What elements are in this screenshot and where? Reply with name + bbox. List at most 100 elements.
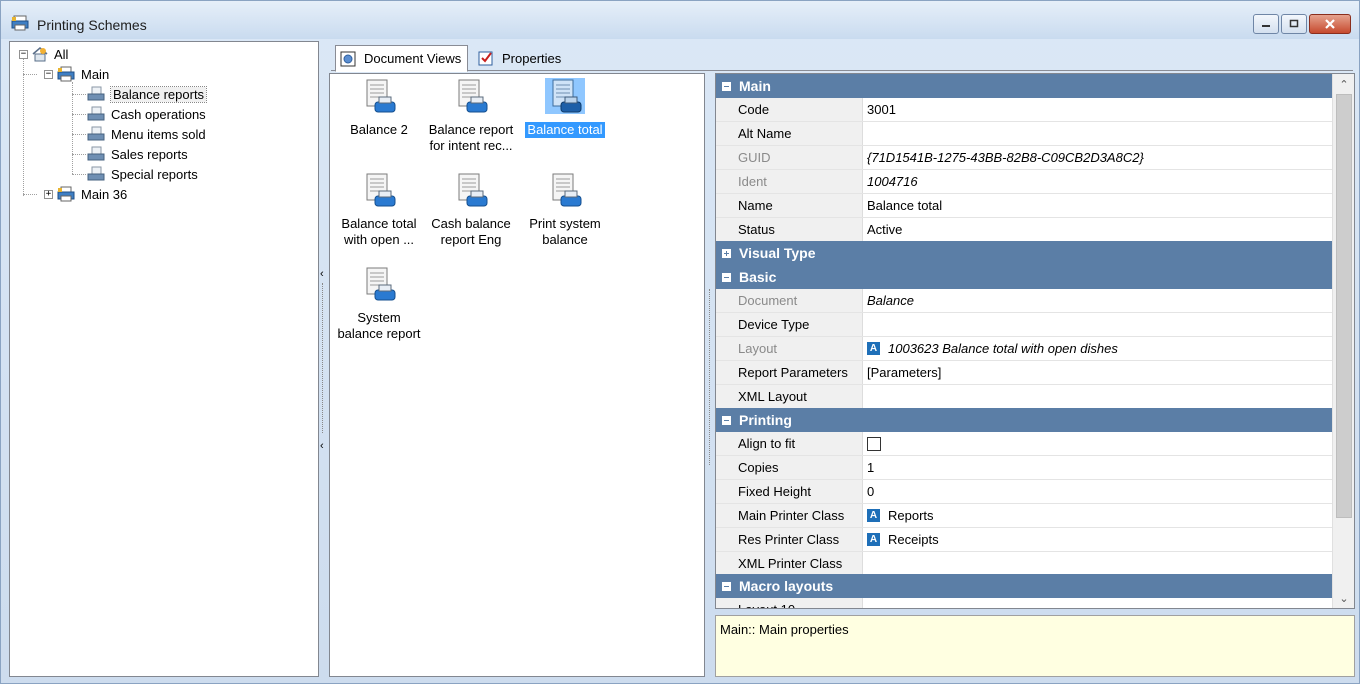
tree-node-special-reports[interactable]: Special reports (86, 165, 198, 183)
property-layout[interactable]: Layout A 1003623 Balance total with open… (716, 337, 1332, 361)
tab-document-views[interactable]: Document Views (335, 45, 469, 72)
property-grid[interactable]: Main Code 3001 Alt Name GUID {71D1541B-1… (715, 73, 1355, 609)
tree-node-main[interactable]: − Main (44, 65, 109, 83)
property-value[interactable] (862, 385, 1332, 408)
scheme-tree[interactable]: − All − Main Balance reports Cash operat… (9, 41, 319, 677)
document-print-icon (87, 166, 105, 181)
property-grid-scrollbar[interactable]: ⌃ ⌄ (1332, 74, 1354, 608)
property-name-row[interactable]: Name Balance total (716, 194, 1332, 218)
property-res-printer-class[interactable]: Res Printer Class A Receipts (716, 528, 1332, 552)
tree-splitter[interactable] (318, 41, 329, 677)
expand-icon[interactable] (722, 248, 731, 258)
collapse-left-arrow-icon[interactable]: ‹ (320, 267, 328, 281)
property-alt-name[interactable]: Alt Name (716, 122, 1332, 146)
property-name: Res Printer Class (716, 528, 862, 551)
tree-node-balance-reports[interactable]: Balance reports (86, 85, 208, 103)
reference-badge-icon: A (867, 533, 880, 546)
category-visual-type[interactable]: Visual Type (716, 241, 1332, 265)
maximize-button[interactable] (1281, 14, 1307, 34)
property-value[interactable] (862, 432, 1332, 455)
tree-node-cash-operations[interactable]: Cash operations (86, 105, 206, 123)
scroll-down-icon[interactable]: ⌄ (1333, 590, 1354, 608)
tree-node-menu-items-sold[interactable]: Menu items sold (86, 125, 206, 143)
tree-line (72, 174, 86, 175)
property-value: 1004716 (862, 170, 1332, 193)
property-code[interactable]: Code 3001 (716, 98, 1332, 122)
tree-line (72, 94, 86, 95)
tree-node-main-36[interactable]: + Main 36 (44, 185, 127, 203)
property-guid[interactable]: GUID {71D1541B-1275-43BB-82B8-C09CB2D3A8… (716, 146, 1332, 170)
property-value[interactable]: Active (862, 218, 1332, 241)
collapse-toggle[interactable]: − (19, 49, 28, 59)
document-views-list[interactable]: Balance 2 Balance report for intent rec.… (329, 73, 705, 677)
property-name: Ident (716, 170, 862, 193)
minimize-button[interactable] (1253, 14, 1279, 34)
category-macro-layouts[interactable]: Macro layouts (716, 574, 1332, 598)
collapse-icon[interactable] (722, 415, 731, 425)
property-value[interactable] (862, 552, 1332, 575)
category-printing[interactable]: Printing (716, 408, 1332, 432)
close-button[interactable] (1309, 14, 1351, 34)
collapse-left-arrow-icon[interactable]: ‹ (320, 439, 328, 453)
reference-badge-icon: A (867, 509, 880, 522)
collapse-icon[interactable] (722, 581, 731, 591)
tree-node-label: Cash operations (111, 106, 206, 122)
property-value[interactable]: 3001 (862, 98, 1332, 121)
collapse-toggle[interactable]: − (44, 69, 53, 79)
property-value[interactable] (862, 598, 1332, 608)
property-value[interactable]: Balance total (862, 194, 1332, 217)
document-print-icon (87, 106, 105, 121)
property-value[interactable]: [Parameters] (862, 361, 1332, 384)
category-label: Basic (739, 269, 777, 285)
property-status[interactable]: Status Active (716, 218, 1332, 242)
property-copies[interactable]: Copies 1 (716, 456, 1332, 480)
document-view-item[interactable]: Balance 2 (332, 78, 426, 138)
property-xml-printer-class[interactable]: XML Printer Class (716, 552, 1332, 576)
property-report-parameters[interactable]: Report Parameters [Parameters] (716, 361, 1332, 385)
property-name: Main Printer Class (716, 504, 862, 527)
property-value[interactable]: 0 (862, 480, 1332, 503)
property-align-to-fit[interactable]: Align to fit (716, 432, 1332, 456)
title-bar[interactable]: Printing Schemes (1, 1, 1359, 39)
tree-node-sales-reports[interactable]: Sales reports (86, 145, 188, 163)
property-ident[interactable]: Ident 1004716 (716, 170, 1332, 194)
property-main-printer-class[interactable]: Main Printer Class A Reports (716, 504, 1332, 528)
collapse-icon[interactable] (722, 81, 731, 91)
property-xml-layout[interactable]: XML Layout (716, 385, 1332, 409)
document-view-item[interactable]: System balance report (332, 266, 426, 342)
property-value[interactable]: A Receipts (862, 528, 1332, 551)
property-name: Layout (716, 337, 862, 360)
document-view-item[interactable]: Balance total with open ... (332, 172, 426, 248)
document-printer-icon (366, 267, 396, 301)
document-view-label: System (357, 310, 401, 325)
document-view-item-selected[interactable]: Balance total (518, 78, 612, 139)
category-label: Printing (739, 412, 792, 428)
category-basic[interactable]: Basic (716, 265, 1332, 289)
scrollbar-thumb[interactable] (1336, 94, 1352, 518)
tab-properties[interactable]: Properties (473, 45, 568, 71)
property-device-type[interactable]: Device Type (716, 313, 1332, 337)
property-value[interactable] (862, 122, 1332, 145)
property-value[interactable] (862, 313, 1332, 336)
document-view-item[interactable]: Cash balance report Eng (424, 172, 518, 248)
property-value[interactable]: 1 (862, 456, 1332, 479)
property-value[interactable]: A Reports (862, 504, 1332, 527)
document-view-item[interactable]: Balance report for intent rec... (424, 78, 518, 154)
expand-toggle[interactable]: + (44, 189, 53, 199)
tab-label: Properties (502, 50, 562, 66)
collapse-icon[interactable] (722, 272, 731, 282)
tree-node-all[interactable]: − All (19, 45, 68, 63)
category-label: Main (739, 78, 771, 94)
property-fixed-height[interactable]: Fixed Height 0 (716, 480, 1332, 504)
property-layout-10[interactable]: Layout 10 (716, 598, 1332, 608)
align-to-fit-checkbox[interactable] (867, 436, 881, 451)
minimize-icon (1254, 15, 1278, 33)
tree-line (23, 74, 37, 75)
property-document[interactable]: Document Balance (716, 289, 1332, 313)
property-name: Name (716, 194, 862, 217)
document-view-label: Cash balance (431, 216, 511, 231)
category-main[interactable]: Main (716, 74, 1332, 98)
document-view-item[interactable]: Print system balance (518, 172, 612, 248)
views-splitter[interactable] (705, 73, 715, 677)
scroll-up-icon[interactable]: ⌃ (1333, 76, 1354, 94)
